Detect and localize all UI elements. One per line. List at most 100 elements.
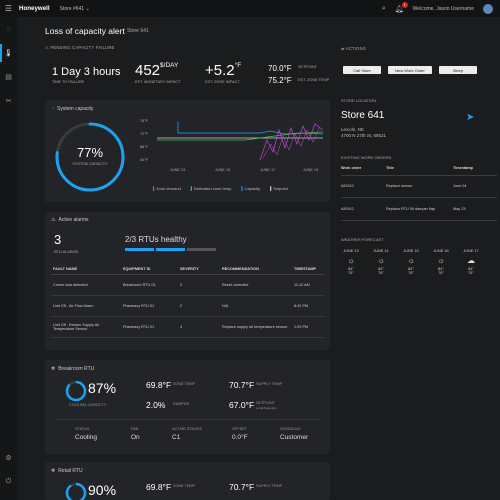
alarm-severity: 2 (178, 274, 220, 296)
sidebar-item-tools[interactable]: ✂ (0, 89, 17, 113)
breakroom-status-value: Cooling (75, 434, 98, 441)
alarm-timestamp: 11:12 AM (292, 274, 324, 296)
sleep-button[interactable]: Sleep (439, 66, 477, 74)
sidebar-item-power[interactable]: ⏻ (0, 470, 17, 494)
alarm-recommendation: N/A (220, 295, 292, 317)
legend-setpoint: ▍Setpoint (270, 186, 288, 191)
table-row[interactable]: Comm loss detected Breakroom RTU 01 2 Re… (51, 274, 324, 296)
zone-demand-line (259, 123, 324, 161)
legend-zone-demand: ▍Zone demand (153, 186, 181, 191)
retail-capacity: 90% (88, 482, 117, 498)
page-subtitle-store: Store 641 (127, 28, 149, 34)
store-selector[interactable]: Store #641 ⌄ (60, 6, 90, 12)
wo-row-divider (341, 220, 497, 221)
table-row[interactable]: Unit Off - Air Flow Alarm Pharmacy RTU 0… (51, 295, 324, 317)
kpi-monetary-label: Est. monetary impact (135, 80, 181, 84)
breakroom-status-label: Status (75, 427, 90, 431)
wo-title: Replace sensor (386, 184, 413, 188)
tools-icon: ✂ (5, 98, 12, 105)
weather-day: JUNE 17 ☁ 84° 76° (456, 249, 486, 275)
cloud-icon: ☁ (467, 256, 475, 265)
search-icon[interactable]: ⌕ (382, 5, 386, 13)
kpi-zone-impact-label: Est. zone impact (205, 80, 240, 84)
breakroom-ring-fill (65, 380, 87, 402)
alarm-recommendation: Reset controller (220, 274, 292, 296)
call-store-button[interactable]: Call Store (343, 66, 381, 74)
sidebar-item-documents[interactable]: ▤ (0, 65, 17, 89)
wo-header-divider (341, 175, 497, 176)
system-capacity-line-chart (157, 120, 324, 161)
store-name: Store 641 (341, 110, 385, 121)
capacity-label: System capacity (72, 162, 108, 166)
bell-icon[interactable]: 🔔︎ 1 (395, 1, 408, 13)
wo-time: May 23 (453, 207, 466, 211)
location-pin-icon[interactable]: ➤ (466, 112, 474, 123)
work-orders-label: Existing work orders (341, 155, 392, 160)
work-orders-table: Work order Title Timestamp #20912 Replac… (341, 166, 497, 226)
snowflake-icon: ❄ (51, 468, 56, 474)
breakroom-zone-temp-label: Zone temp (173, 382, 196, 386)
alarms-table: Fault name Equipment ID Severity Recomme… (51, 264, 324, 338)
page-title: Loss of capacity alert (45, 26, 125, 36)
system-capacity-card: ◔ System capacity 77% System capacity 76°… (45, 100, 330, 202)
brand-logo: Honeywell (19, 5, 50, 12)
retail-rtu-title: ❄ Retail RTU (51, 468, 83, 474)
breakroom-rtu-title: ❄ Breakroom RTU (51, 366, 95, 372)
x-tick-june-17: JUNE 17 (260, 168, 276, 172)
alarm-equipment: Pharmacy RTU 01 (121, 295, 178, 317)
alarms-header-recommendation: Recommendation (220, 264, 292, 275)
table-row[interactable]: Unit Off - Broken Supply Air Temperature… (51, 316, 324, 338)
breakroom-zone-temp: 69.8°F (146, 380, 172, 390)
y-tick-72: 72°F (140, 132, 149, 136)
kpi-zone-impact-value: +5.2°F (205, 62, 242, 79)
avatar[interactable] (483, 3, 493, 14)
active-alarms-title: ⚠ Active alarms (51, 217, 89, 223)
x-tick-june-13: JUNE 13 (170, 168, 186, 172)
wo-id: #20912 (341, 184, 354, 188)
weather-day: JUNE 13 ☼ 84° 76° (336, 249, 366, 275)
alarms-header-equipment: Equipment ID (121, 264, 178, 275)
rtus-healthy: 2/3 RTUs healthy (125, 235, 187, 244)
health-segment (187, 248, 216, 251)
breakroom-stages-value: C1 (172, 434, 181, 441)
breakroom-setpoint-label: Setpoint (256, 401, 275, 405)
breakroom-offset-value: 0.0°F (232, 434, 248, 441)
retail-zone-temp: 69.8°F (146, 482, 172, 492)
breakroom-capacity: 87% (88, 380, 117, 396)
alarms-header-timestamp: Timestamp (292, 264, 324, 275)
sidebar-item-temperature[interactable]: 🌡︎ (0, 41, 17, 65)
actions-label: ⇄ Actions (341, 46, 366, 51)
breakroom-rtu-card: ❄ Breakroom RTU 87% Cooling capacity 69.8… (45, 360, 330, 454)
breakroom-supply-temp-label: Supply temp (256, 382, 283, 386)
chart-legend: ▍Zone demand ▍Estimated zone temp ▍Capac… (153, 186, 288, 191)
wo-row-divider (341, 197, 497, 198)
legend-capacity: ▍Capacity (241, 186, 261, 191)
power-icon: ⏻ (5, 478, 12, 485)
retail-ring-fill (65, 482, 87, 500)
alarm-severity: 2 (178, 295, 220, 317)
breakroom-fan-label: Fan (131, 427, 139, 431)
breakroom-damper: 2.0% (146, 400, 166, 410)
sun-icon: ☼ (407, 256, 415, 265)
store-address: 4700 N 27th St, 68521 (341, 133, 387, 138)
new-work-order-button[interactable]: New Work Order (388, 66, 432, 74)
hamburger-menu-icon[interactable]: ☰ (0, 0, 17, 17)
alarm-timestamp: 8:42 PM (292, 295, 324, 317)
y-tick-68: 68°F (140, 145, 149, 149)
kpi-monetary-value: 452$/DAY (135, 62, 179, 79)
snowflake-icon: ❄ (51, 366, 56, 372)
sidebar-item-settings[interactable]: ⚙ (0, 446, 17, 470)
welcome-text: Welcome, Jason Username (412, 5, 474, 12)
wo-header-id: Work order (341, 166, 362, 170)
breakroom-offset-label: Offset (232, 427, 247, 431)
sun-icon: ☼ (377, 256, 385, 265)
sidebar-item-home[interactable]: ◌ (0, 17, 17, 41)
top-bar: ☰ Honeywell Store #641 ⌄ ⌕ 🔔︎ 1 Welcome, … (0, 0, 500, 17)
wo-header-title: Title (386, 166, 394, 170)
breakroom-setpoint: 67.0°F (229, 400, 255, 410)
y-tick-76: 76°F (140, 119, 149, 123)
breakroom-setpoint-sub: Local Setpoints (256, 406, 277, 410)
alarm-equipment: Breakroom RTU 01 (121, 274, 178, 296)
alarm-icon: ⚠ (51, 217, 56, 223)
alarm-fault: Comm loss detected (51, 274, 121, 296)
